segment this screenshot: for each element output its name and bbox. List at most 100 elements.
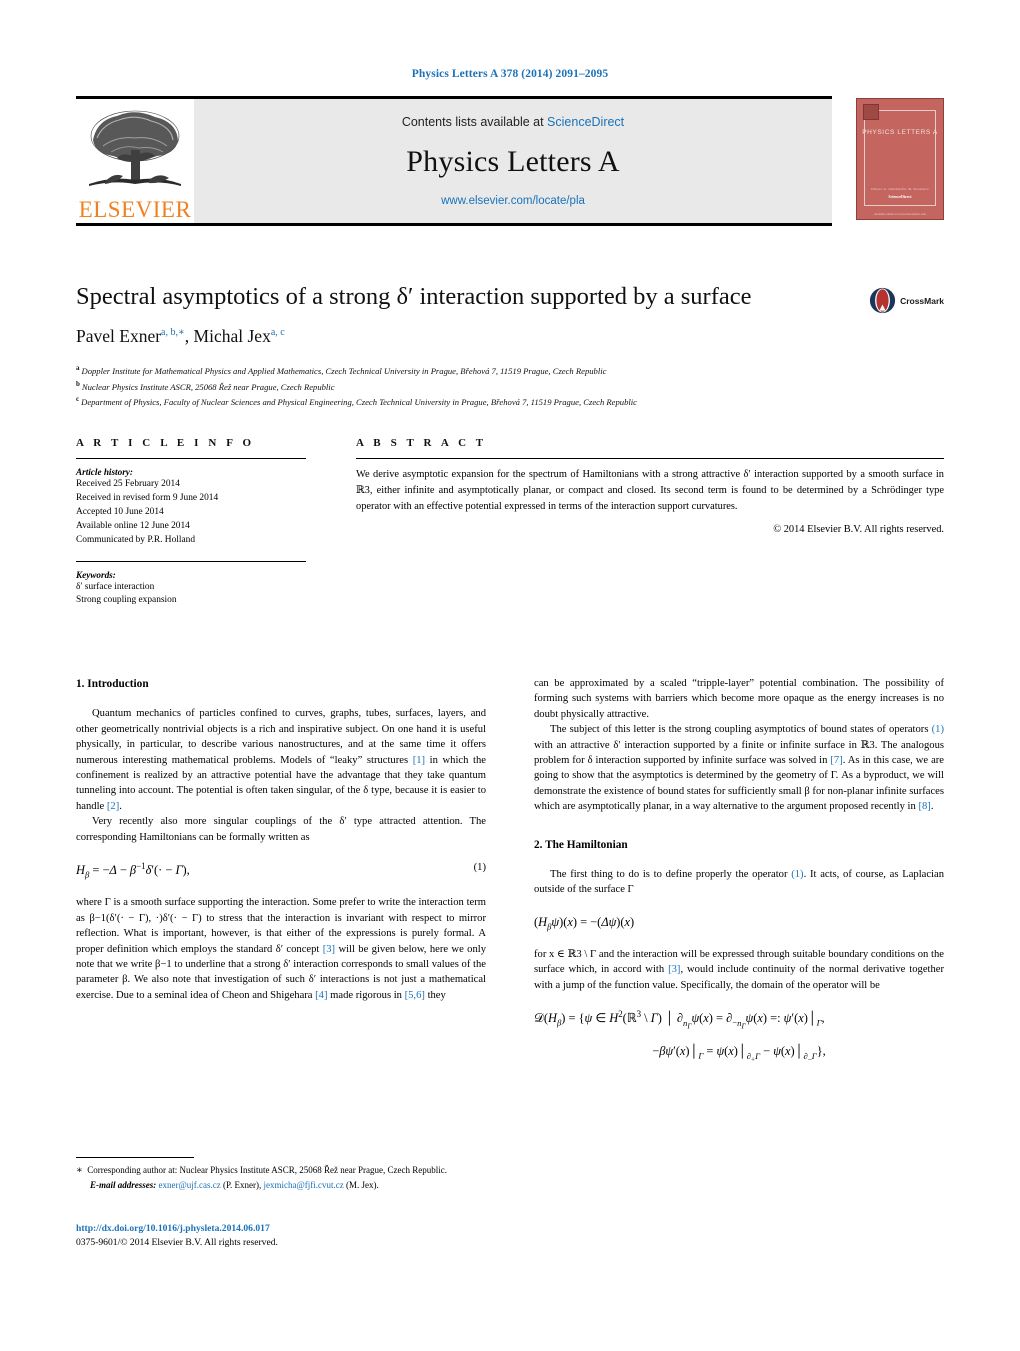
equation-domain-body: 𝒟(Hβ) = {ψ ∈ H2(ℝ3 \ Γ) │ ∂nΓψ(x) = ∂−nΓ… (534, 1009, 825, 1031)
section-heading-introduction: 1. Introduction (76, 678, 149, 690)
right-column: can be approximated by a scaled “tripple… (534, 676, 944, 1079)
email-owner-2: (M. Jex). (346, 1179, 379, 1190)
paragraph-right-2: The subject of this letter is the strong… (534, 722, 944, 814)
affiliation-list: a Doppler Institute for Mathematical Phys… (76, 363, 944, 410)
page-title: Spectral asymptotics of a strong δ′ inte… (76, 283, 752, 310)
para-text: . (930, 801, 934, 813)
email-addresses-label: E-mail addresses: (90, 1179, 157, 1190)
crossmark-label: CrossMark (900, 295, 944, 306)
affiliation-item: a Doppler Institute for Mathematical Phys… (76, 363, 944, 379)
affiliation-item: b Nuclear Physics Institute ASCR, 25068 Ř… (76, 379, 944, 395)
title-block: Spectral asymptotics of a strong δ′ inte… (76, 283, 944, 410)
affiliation-text: Doppler Institute for Mathematical Physi… (81, 365, 607, 376)
footnote-rule (76, 1157, 194, 1158)
equation-laplacian-body: (Hβψ)(x) = −(Δψ)(x) (534, 914, 635, 932)
equation-ref-1b[interactable]: (1) (791, 869, 803, 880)
paragraph-intro-2: Very recently also more singular couplin… (76, 814, 486, 845)
journal-cover-thumbnail: PHYSICS LETTERS A Editors: G. Oberndorfe… (856, 98, 944, 220)
affiliation-letter: a (76, 363, 80, 372)
citation-ref-4[interactable]: [4] (315, 990, 327, 1001)
contents-prefix: Contents lists available at (401, 115, 548, 129)
running-head: Physics Letters A 378 (2014) 2091–2095 (411, 68, 609, 80)
email-link-jex[interactable]: jexmicha@fjfi.cvut.cz (264, 1180, 344, 1190)
author-2-affiliation-marks[interactable]: a, c (271, 327, 285, 338)
para-text: Very recently also more singular couplin… (76, 816, 486, 843)
keyword-item: Strong coupling expansion (76, 595, 177, 606)
history-item: Available online 12 June 2014 (76, 520, 190, 531)
author-1-affiliation-marks[interactable]: a, b,∗ (161, 327, 185, 338)
author-list: Pavel Exnera, b,∗, Michal Jexa, c (76, 326, 944, 347)
masthead-body: ELSEVIER Contents lists available at Sci… (76, 99, 832, 223)
contents-line: Contents lists available at ScienceDirec… (402, 115, 624, 129)
equation-1-number: (1) (473, 862, 486, 874)
citation-ref-3b[interactable]: [3] (668, 964, 680, 975)
article-info-panel: A R T I C L E I N F O Article history: R… (76, 437, 306, 608)
citation-ref-1[interactable]: [1] (413, 755, 425, 766)
abstract-heading: A B S T R A C T (356, 437, 487, 449)
email-addresses-line: E-mail addresses: exner@ujf.cas.cz (P. E… (76, 1179, 486, 1192)
article-info-rule (76, 458, 306, 459)
abstract-text: We derive asymptotic expansion for the s… (356, 469, 944, 512)
footnote-star-icon: ∗ (76, 1165, 83, 1176)
paragraph-intro-3: where Γ is a smooth surface supporting t… (76, 895, 486, 1003)
para-text: . (119, 800, 122, 812)
affiliation-letter: c (76, 395, 80, 404)
keywords-block: Keywords: δ′ surface interaction Strong … (76, 560, 306, 609)
article-info-heading: A R T I C L E I N F O (76, 437, 255, 449)
equation-1: Hβ = −Δ − β−1δ′(· − Γ), (1) (76, 860, 486, 881)
history-item: Received 25 February 2014 (76, 479, 180, 489)
para-text: The subject of this letter is the strong… (550, 724, 932, 736)
abstract-panel: A B S T R A C T We derive asymptotic exp… (356, 437, 944, 608)
info-abstract-band: A R T I C L E I N F O Article history: R… (76, 437, 944, 608)
corresponding-author-text: Corresponding author at: Nuclear Physics… (87, 1165, 447, 1175)
paragraph-right-3: The first thing to do is to define prope… (534, 867, 944, 898)
issn-copyright-line: 0375-9601/© 2014 Elsevier B.V. All right… (76, 1237, 278, 1249)
email-owner-1: (P. Exner), (223, 1179, 262, 1190)
masthead-center: Contents lists available at ScienceDirec… (194, 99, 832, 223)
abstract-copyright: © 2014 Elsevier B.V. All rights reserved… (773, 523, 944, 535)
equation-ref-1[interactable]: (1) (932, 724, 944, 735)
paper-page: Physics Letters A 378 (2014) 2091–2095 E… (0, 0, 1020, 1351)
keyword-item: δ′ surface interaction (76, 581, 155, 592)
para-text: The first thing to do is to define prope… (550, 869, 792, 881)
elsevier-wordmark: ELSEVIER (78, 197, 192, 222)
doi-link[interactable]: http://dx.doi.org/10.1016/j.physleta.201… (76, 1222, 486, 1236)
affiliation-item: c Department of Physics, Faculty of Nucle… (76, 394, 944, 410)
paragraph-right-1: can be approximated by a scaled “tripple… (534, 676, 944, 722)
equation-laplacian: (Hβψ)(x) = −(Δψ)(x) (534, 913, 944, 933)
citation-ref-5-6[interactable]: [5,6] (405, 990, 425, 1001)
corresponding-author-note: ∗ Corresponding author at: Nuclear Physi… (76, 1164, 486, 1179)
journal-title: Physics Letters A (406, 145, 620, 178)
journal-url-link[interactable]: www.elsevier.com/locate/pla (441, 195, 585, 207)
paragraph-intro-1: Quantum mechanics of particles confined … (76, 706, 486, 814)
author-name-1: Pavel Exner (76, 325, 162, 346)
crossmark-icon (869, 287, 896, 314)
author-name-2: , Michal Jex (184, 325, 271, 346)
citation-ref-3[interactable]: [3] (323, 944, 335, 955)
cover-editors: Editors: G. Oberndorfer, M. Sloojevice (871, 187, 929, 191)
elsevier-logo: ELSEVIER (76, 99, 194, 223)
citation-ref-7[interactable]: [7] (830, 755, 842, 766)
cover-availability: Available online at www.sciencedirect.co… (874, 212, 926, 216)
paragraph-right-4: for x ∈ ℝ3 \ Γ and the interaction will … (534, 947, 944, 993)
left-column: 1. Introduction Quantum mechanics of par… (76, 676, 486, 1079)
citation-ref-2[interactable]: [2] (107, 801, 119, 812)
elsevier-tree-icon (89, 110, 181, 186)
article-history-label: Article history: (76, 467, 133, 477)
cover-inner-border (864, 110, 936, 206)
equation-1-body: Hβ = −Δ − β−1δ′(· − Γ), (76, 861, 190, 880)
email-link-exner[interactable]: exner@ujf.cas.cz (159, 1180, 221, 1190)
footer-block: http://dx.doi.org/10.1016/j.physleta.201… (76, 1222, 486, 1251)
sciencedirect-link[interactable]: ScienceDirect (547, 115, 624, 129)
para-text: can be approximated by a scaled “tripple… (534, 678, 944, 720)
citation-ref-8[interactable]: [8] (918, 801, 930, 812)
history-item: Accepted 10 June 2014 (76, 506, 164, 517)
affiliation-letter: b (76, 379, 80, 388)
journal-masthead: ELSEVIER Contents lists available at Sci… (76, 96, 944, 226)
para-text: made rigorous in (327, 989, 405, 1001)
cover-sciencedirect: ScienceDirect (888, 194, 912, 199)
affiliation-text: Department of Physics, Faculty of Nuclea… (81, 397, 637, 408)
body-columns: 1. Introduction Quantum mechanics of par… (76, 676, 944, 1079)
crossmark-badge[interactable]: CrossMark (869, 287, 944, 314)
history-item: Received in revised form 9 June 2014 (76, 492, 219, 503)
